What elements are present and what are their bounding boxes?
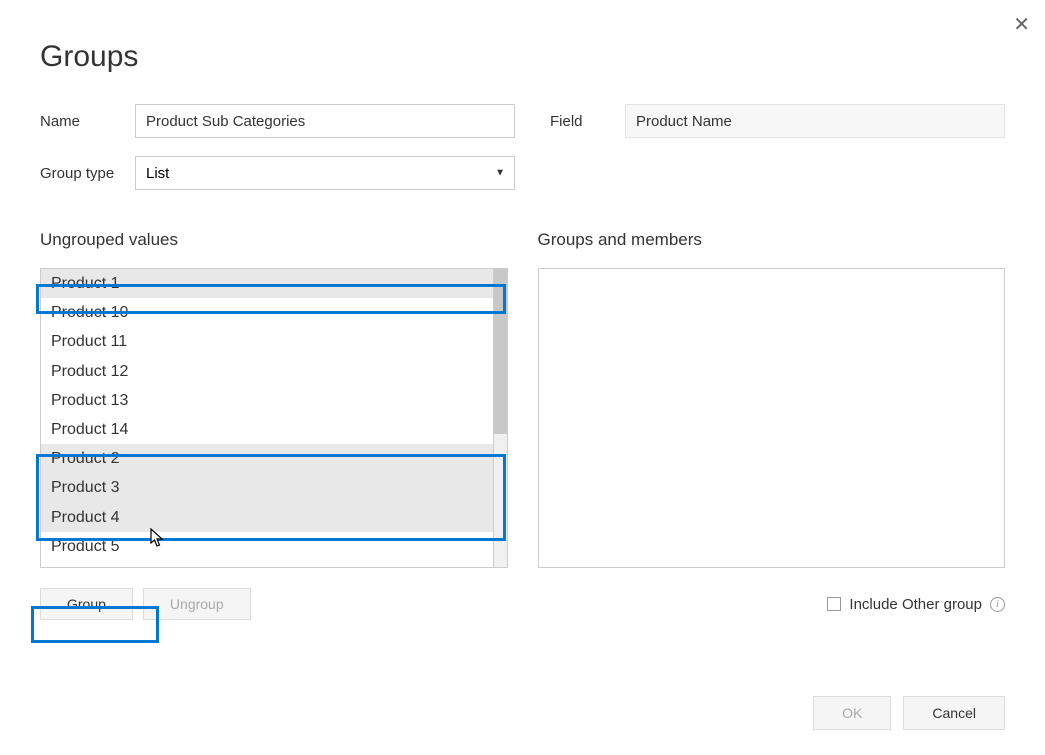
list-item[interactable]: Product 3 bbox=[41, 473, 493, 502]
footer-buttons: OK Cancel bbox=[813, 696, 1005, 730]
field-label: Field bbox=[550, 113, 605, 130]
group-type-group: Group type ▼ bbox=[40, 156, 515, 190]
list-item[interactable]: Product 2 bbox=[41, 444, 493, 473]
group-button[interactable]: Group bbox=[40, 588, 133, 620]
group-type-label: Group type bbox=[40, 165, 115, 182]
group-type-select-wrap[interactable]: ▼ bbox=[135, 156, 515, 190]
list-item[interactable]: Product 10 bbox=[41, 298, 493, 327]
close-icon[interactable]: ✕ bbox=[1013, 12, 1030, 37]
list-item[interactable]: Product 1 bbox=[41, 269, 493, 298]
include-other-checkbox[interactable] bbox=[827, 597, 841, 611]
action-buttons: Group Ungroup bbox=[40, 588, 251, 620]
form-row-name-field: Name Field bbox=[40, 104, 1005, 138]
list-item[interactable]: Product 12 bbox=[41, 357, 493, 386]
list-item[interactable]: Product 5 bbox=[41, 532, 493, 561]
list-item[interactable]: Product 6 bbox=[41, 561, 493, 568]
cancel-button[interactable]: Cancel bbox=[903, 696, 1005, 730]
list-item[interactable]: Product 4 bbox=[41, 503, 493, 532]
ok-button: OK bbox=[813, 696, 891, 730]
dialog-title: Groups bbox=[40, 40, 1005, 74]
two-column-area: Ungrouped values Product 1Product 10Prod… bbox=[40, 230, 1005, 568]
ungrouped-column: Ungrouped values Product 1Product 10Prod… bbox=[40, 230, 508, 568]
scrollbar-track[interactable] bbox=[494, 268, 508, 568]
groups-column: Groups and members bbox=[538, 230, 1006, 568]
list-item[interactable]: Product 11 bbox=[41, 327, 493, 356]
list-item[interactable]: Product 13 bbox=[41, 386, 493, 415]
groups-members-label: Groups and members bbox=[538, 230, 1006, 250]
name-input[interactable] bbox=[135, 104, 515, 138]
group-type-select[interactable] bbox=[135, 156, 515, 190]
info-icon[interactable]: i bbox=[990, 597, 1005, 612]
list-item[interactable]: Product 14 bbox=[41, 415, 493, 444]
form-row-group-type: Group type ▼ bbox=[40, 156, 1005, 190]
include-other-label: Include Other group bbox=[849, 596, 982, 613]
action-row: Group Ungroup Include Other group i bbox=[40, 588, 1005, 620]
scrollbar-thumb[interactable] bbox=[494, 269, 507, 434]
include-other-group: Include Other group i bbox=[827, 596, 1005, 613]
groups-listbox[interactable] bbox=[538, 268, 1006, 568]
ungroup-button: Ungroup bbox=[143, 588, 251, 620]
ungrouped-listbox[interactable]: Product 1Product 10Product 11Product 12P… bbox=[40, 268, 494, 568]
field-input bbox=[625, 104, 1005, 138]
field-group: Field bbox=[550, 104, 1005, 138]
name-label: Name bbox=[40, 113, 115, 130]
ungrouped-label: Ungrouped values bbox=[40, 230, 508, 250]
name-group: Name bbox=[40, 104, 515, 138]
